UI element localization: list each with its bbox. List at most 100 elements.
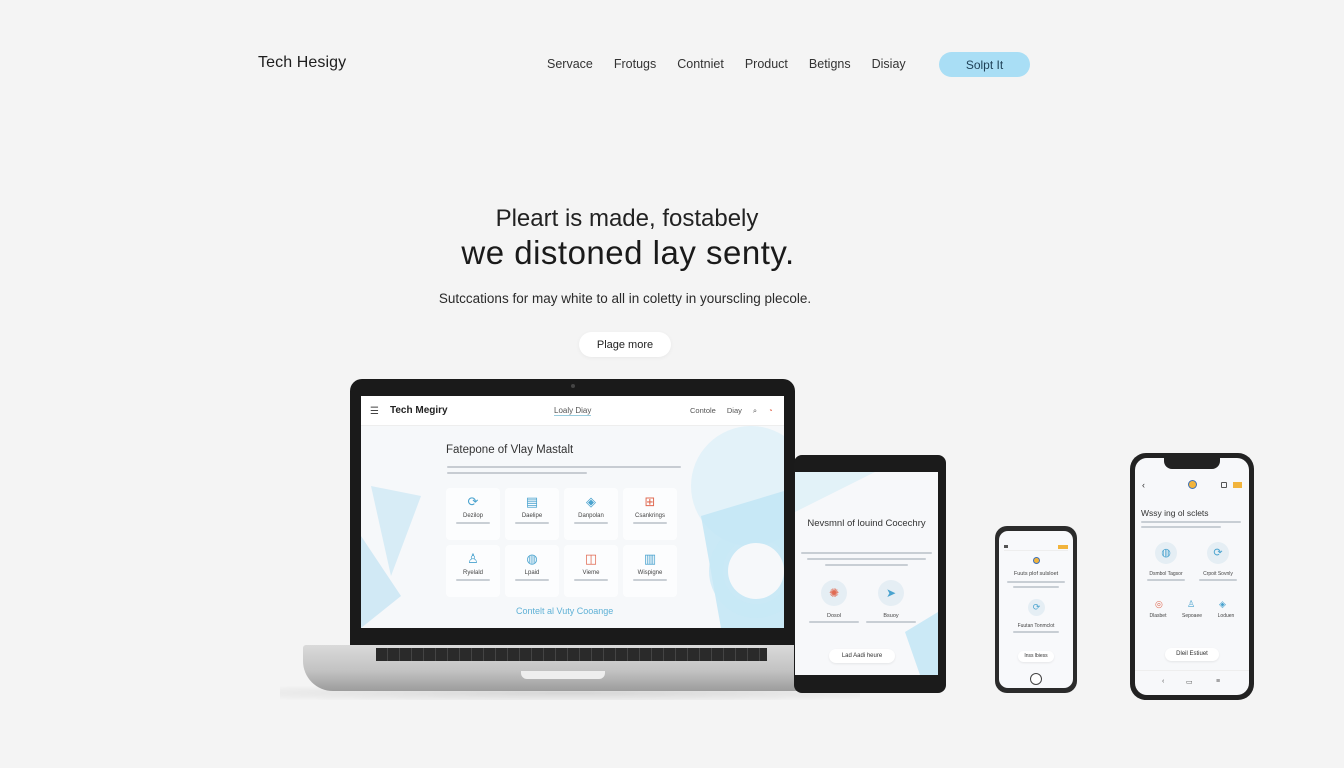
- badge-icon: [1058, 545, 1068, 549]
- feature-tile-desc: [456, 579, 490, 581]
- small-phone-app-bar: [1004, 545, 1068, 551]
- feature-tile-label: Danpolan: [578, 513, 604, 519]
- laptop-screen: ☰ Tech Megiry Loaly Diay Contole Diay ⌕ …: [361, 396, 784, 628]
- tablet-item-label: Bsuoy: [883, 613, 899, 619]
- large-phone-button[interactable]: Dleil Estiuet: [1165, 648, 1219, 661]
- hero-more-button[interactable]: Plage more: [579, 332, 671, 357]
- feature-tile[interactable]: ⟳ Dezilop: [446, 488, 500, 540]
- small-phone-text-line: [1007, 581, 1065, 583]
- nav-links: Servace Frotugs Contniet Product Betigns…: [547, 57, 906, 71]
- nav-link-disiay[interactable]: Disiay: [872, 57, 906, 71]
- feature-tile-desc: [515, 522, 549, 524]
- laptop-feature-grid: ⟳ Dezilop ▤ Daelipe ◈ Danpolan ⊞ Csankrings …: [446, 488, 679, 597]
- feature-tile-label: Dezilop: [462, 513, 483, 519]
- feature-tile-desc: [574, 522, 608, 524]
- feature-tile-label: Csankrings: [634, 513, 665, 519]
- large-phone-small-label: Loduen: [1217, 613, 1235, 619]
- large-phone-small-label: Sepoaee: [1181, 613, 1203, 619]
- logo-icon: [1188, 480, 1197, 489]
- layers-icon[interactable]: ◈: [1219, 599, 1226, 610]
- brand-logo[interactable]: Tech Hesigy: [258, 54, 346, 72]
- menu-icon[interactable]: [1004, 545, 1008, 548]
- hero-title-line1: Pleart is made, fostabely: [495, 205, 759, 232]
- badge-icon: [1233, 482, 1242, 488]
- feature-tile-label: Daelipe: [521, 513, 543, 519]
- feature-tile[interactable]: ◈ Danpolan: [564, 488, 618, 540]
- compass-icon[interactable]: ✺: [821, 580, 847, 606]
- laptop-app-link-contole[interactable]: Contole: [690, 406, 716, 416]
- feature-tile[interactable]: ◍ Lpaid: [505, 545, 559, 597]
- document-icon: ▤: [525, 494, 539, 509]
- feature-tile[interactable]: ⊞ Csankrings: [623, 488, 677, 540]
- laptop-keyboard: [376, 648, 767, 661]
- tablet-title: Nevsmnl of louind Cocechry: [807, 518, 926, 529]
- feature-tile[interactable]: ♙ Ryelald: [446, 545, 500, 597]
- feature-tile[interactable]: ◫ Vieme: [564, 545, 618, 597]
- small-phone-button[interactable]: Inss lbiess: [1018, 651, 1054, 662]
- feature-tile-label: Vieme: [582, 570, 600, 576]
- user-icon[interactable]: ♙: [1187, 599, 1195, 610]
- tablet-screen: Nevsmnl of louind Cocechry ✺ ➤ Dosol Bsu…: [795, 472, 938, 675]
- small-phone-text-line: [1013, 586, 1059, 588]
- feature-tile[interactable]: ▥ Wispigne: [623, 545, 677, 597]
- tablet-mockup: Nevsmnl of louind Cocechry ✺ ➤ Dosol Bsu…: [794, 455, 946, 693]
- square-icon[interactable]: [1221, 482, 1227, 488]
- feature-tile-label: Ryelald: [462, 570, 483, 576]
- large-phone-item-label: Dsmbol Tagsor: [1149, 571, 1183, 577]
- home-button[interactable]: [1030, 673, 1042, 685]
- cart-icon[interactable]: ◔: [768, 406, 773, 416]
- nav-link-servace[interactable]: Servace: [547, 57, 593, 71]
- small-phone-item-label: Fuutan Tonmclot: [1017, 623, 1055, 629]
- hamburger-icon[interactable]: ☰: [370, 406, 379, 417]
- small-phone-screen: Fuuts plof sulsloet ⟳ Fuutan Tonmclot In…: [999, 531, 1073, 688]
- feature-tile-desc: [456, 522, 490, 524]
- back-arrow-icon[interactable]: ‹: [1142, 480, 1145, 490]
- laptop-app-brand[interactable]: Tech Megiry: [390, 405, 448, 416]
- feature-tile-desc: [515, 579, 549, 581]
- feature-tile-label: Lpaid: [524, 570, 540, 576]
- nav-link-betigns[interactable]: Betigns: [809, 57, 851, 71]
- laptop-app-center-link[interactable]: Loaly Diay: [554, 406, 592, 416]
- nav-link-product[interactable]: Product: [745, 57, 788, 71]
- refresh-icon[interactable]: ⟳: [1028, 599, 1045, 616]
- large-phone-small-label: Dlasbet: [1149, 613, 1167, 619]
- laptop-trackpad-notch: [521, 671, 605, 679]
- search-icon[interactable]: ⌕: [753, 406, 757, 416]
- layers-icon: ◈: [586, 494, 596, 509]
- send-icon[interactable]: ➤: [878, 580, 904, 606]
- top-navigation: Tech Hesigy Servace Frotugs Contniet Pro…: [0, 0, 1344, 128]
- feature-tile[interactable]: ▤ Daelipe: [505, 488, 559, 540]
- laptop-app-bar: ☰ Tech Megiry Loaly Diay Contole Diay ⌕ …: [361, 396, 784, 426]
- chart-icon: ▥: [643, 551, 657, 566]
- feature-tile-desc: [633, 522, 667, 524]
- target-icon[interactable]: ◎: [1155, 599, 1163, 610]
- logo-icon: [1033, 557, 1040, 564]
- large-phone-text-line: [1147, 579, 1185, 581]
- menu-icon[interactable]: ≡: [1216, 678, 1220, 685]
- large-phone-text-line: [1141, 521, 1241, 523]
- tablet-text-line: [807, 558, 926, 560]
- nav-link-contniet[interactable]: Contniet: [677, 57, 724, 71]
- feature-tile-desc: [574, 579, 608, 581]
- laptop-app-right-links: Contole Diay ⌕ ◔: [690, 406, 773, 416]
- hero-subtitle: Sutccations for may white to all in cole…: [438, 291, 812, 306]
- laptop-bottom-link[interactable]: Contelt al Vuty Cooange: [516, 606, 613, 616]
- feature-tile-label: Wispigne: [637, 570, 663, 576]
- globe-icon[interactable]: ◍: [1155, 542, 1177, 564]
- small-phone-text-line: [1013, 631, 1059, 633]
- tablet-text-line: [866, 621, 916, 623]
- tablet-button[interactable]: Lad Aadi heure: [829, 649, 895, 663]
- chat-icon: ◫: [584, 551, 598, 566]
- laptop-description-line: [447, 472, 587, 474]
- refresh-icon[interactable]: ⟳: [1207, 542, 1229, 564]
- hero-title-line2: we distoned lay senty.: [461, 234, 795, 271]
- home-icon[interactable]: ▭: [1186, 678, 1193, 686]
- large-phone-text-line: [1141, 526, 1221, 528]
- chevron-left-icon[interactable]: ‹: [1162, 678, 1164, 685]
- large-phone-mockup: ‹ Wssy ing ol sclets ◍ ⟳ Dsmbol Tagsor C…: [1130, 453, 1254, 700]
- header-cta-button[interactable]: Solpt It: [939, 52, 1030, 77]
- laptop-camera: [571, 384, 575, 388]
- large-phone-screen: ‹ Wssy ing ol sclets ◍ ⟳ Dsmbol Tagsor C…: [1135, 458, 1249, 695]
- laptop-app-link-diay[interactable]: Diay: [727, 406, 742, 416]
- nav-link-frotugs[interactable]: Frotugs: [614, 57, 656, 71]
